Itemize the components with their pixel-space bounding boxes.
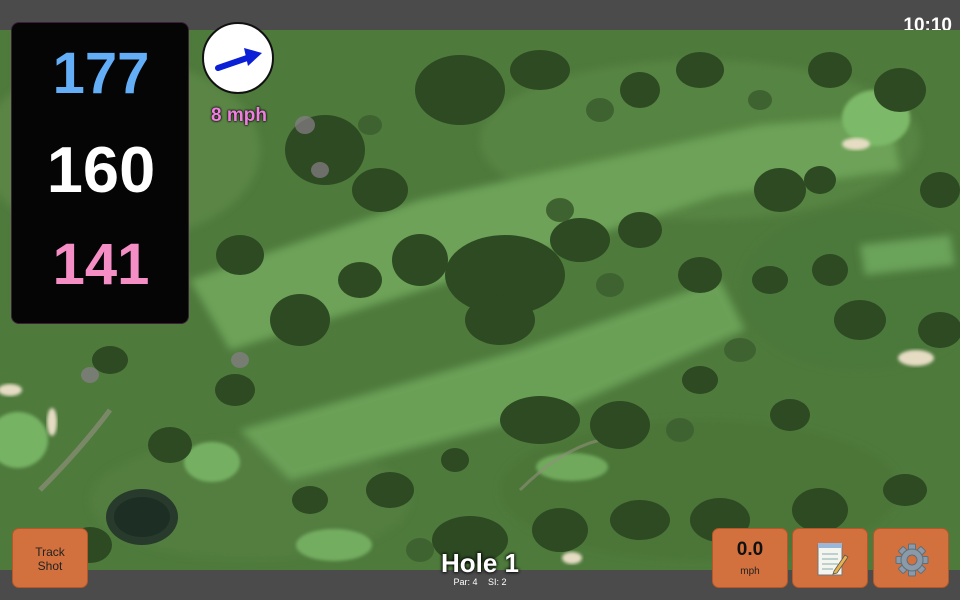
hole-title: Hole 1 [440,548,520,578]
track-shot-label-line2: Shot [37,559,63,573]
hole-stroke-index: SI: 2 [488,577,507,587]
back-yardage: 177 [52,41,150,106]
middle-yardage: 160 [46,133,156,206]
notepad-icon [817,543,849,576]
wind-speed: 8 mph [211,105,267,126]
hole-par: Par: 4 [453,577,478,587]
settings-button[interactable] [873,528,949,588]
track-shot-button[interactable]: Track Shot [12,528,88,588]
hole-info: Par: 4 SI: 2 [380,577,580,587]
gear-icon [895,543,929,577]
speed-unit: mph [740,566,760,577]
notes-button[interactable] [792,528,868,588]
wind-direction-dial [202,22,274,94]
yardage-panel: 177 160 141 [11,22,189,324]
speed-button[interactable]: 0.0 mph [712,528,788,588]
track-shot-label-line1: Track [35,545,65,559]
speed-value: 0.0 [736,539,764,560]
wind-arrow-icon [215,48,262,71]
front-yardage: 141 [52,232,150,297]
